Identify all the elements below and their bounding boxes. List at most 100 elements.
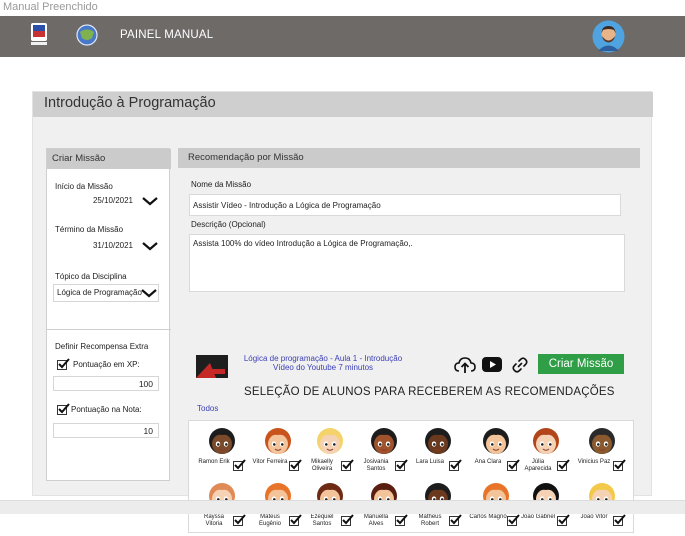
xp-checkbox[interactable] — [57, 358, 70, 370]
student-name: João Gabriel — [520, 514, 556, 520]
app-title: PAINEL MANUAL — [120, 29, 214, 41]
student-avatar-icon — [425, 428, 451, 454]
student-item[interactable]: Vinicius Paz — [575, 426, 631, 481]
student-name: Rayssa Vitoria — [203, 514, 224, 527]
student-name: Vinicius Paz — [577, 459, 611, 465]
check-icon — [450, 459, 462, 470]
end-date-value: 31/10/2021 — [92, 241, 133, 250]
xp-input[interactable]: 100 — [53, 376, 159, 391]
globe-logo-icon — [76, 24, 98, 46]
student-checkbox[interactable] — [507, 514, 520, 526]
student-name: Josivania Santos — [363, 459, 389, 472]
student-name: Júlia Aparecida — [524, 459, 552, 472]
student-avatar-icon — [317, 428, 343, 454]
student-item[interactable]: Lara Luisa — [411, 426, 467, 481]
check-icon — [342, 514, 354, 525]
student-checkbox[interactable] — [613, 459, 626, 471]
student-name: Vitor Ferreira — [252, 459, 288, 465]
student-name: João Vitor — [580, 514, 608, 520]
end-date-select[interactable]: 31/10/2021 — [53, 237, 159, 255]
student-avatar-icon — [533, 428, 559, 454]
student-checkbox[interactable] — [557, 459, 570, 471]
student-checkbox[interactable] — [395, 514, 408, 526]
check-icon — [290, 514, 302, 525]
page-footer — [0, 500, 685, 514]
divider — [47, 329, 171, 330]
student-checkbox[interactable] — [233, 459, 246, 471]
create-mission-button[interactable]: Criar Missão — [538, 354, 624, 374]
student-checkbox[interactable] — [341, 514, 354, 526]
student-checkbox[interactable] — [557, 514, 570, 526]
youtube-play-icon[interactable] — [482, 357, 502, 372]
video-thumbnail-image — [196, 355, 228, 378]
video-title-link[interactable]: Lógica de programação - Aula 1 - Introdu… — [238, 354, 408, 363]
student-checkbox[interactable] — [289, 514, 302, 526]
recommendation-header: Recomendação por Missão — [178, 148, 640, 168]
topic-value: Lógica de Programação — [57, 288, 142, 297]
student-avatar-icon — [589, 428, 615, 454]
user-avatar[interactable] — [592, 20, 625, 53]
end-date-label: Término da Missão — [55, 225, 124, 234]
recommendation-card: Recomendação por Missão Nome da Missão A… — [178, 148, 640, 533]
student-avatar-icon — [483, 428, 509, 454]
video-thumbnail[interactable] — [196, 355, 228, 378]
check-icon — [58, 403, 70, 414]
student-name: Lara Luisa — [415, 459, 445, 465]
student-item[interactable]: Josivania Santos — [357, 426, 413, 481]
student-checkbox[interactable] — [449, 459, 462, 471]
description-textarea[interactable]: Assista 100% do vídeo Introdução a Lógic… — [189, 234, 625, 292]
check-icon — [558, 459, 570, 470]
course-panel: Introdução à Programação Criar Missão In… — [32, 91, 653, 533]
grade-input[interactable]: 10 — [53, 423, 159, 438]
check-icon — [342, 459, 354, 470]
start-date-select[interactable]: 25/10/2021 — [53, 192, 159, 210]
check-icon — [290, 459, 302, 470]
video-subtitle: Vídeo do Youtube 7 minutos — [272, 363, 374, 372]
check-icon — [450, 514, 462, 525]
student-name: Manuella Alves — [363, 514, 389, 527]
student-name: Mateus Eugênio — [258, 514, 282, 527]
check-icon — [614, 459, 626, 470]
student-item[interactable]: Ana Clara — [469, 426, 525, 481]
student-checkbox[interactable] — [395, 459, 408, 471]
course-header: Introdução à Programação — [33, 92, 653, 117]
xp-label: Pontuação em XP: — [73, 360, 140, 369]
create-mission-card: Criar Missão Início da Missão 25/10/2021… — [46, 148, 171, 481]
student-name: Mikaelly Oliveira — [311, 459, 333, 472]
check-icon — [234, 514, 246, 525]
check-icon — [558, 514, 570, 525]
student-checkbox[interactable] — [613, 514, 626, 526]
student-checkbox[interactable] — [341, 459, 354, 471]
check-icon — [396, 514, 408, 525]
topic-select[interactable]: Lógica de Programação — [53, 284, 159, 302]
create-mission-header: Criar Missão — [47, 149, 171, 169]
grade-checkbox[interactable] — [57, 403, 70, 415]
grade-label: Pontuação na Nota: — [71, 405, 142, 414]
student-name: Ana Clara — [474, 459, 502, 465]
cloud-upload-icon[interactable] — [454, 357, 476, 374]
description-label: Descrição (Opcional) — [191, 220, 266, 229]
chevron-down-icon — [142, 242, 158, 251]
student-avatar-icon — [371, 428, 397, 454]
student-name: Carlos Magno — [469, 514, 507, 520]
student-item[interactable]: Ramon Erik — [195, 426, 251, 481]
student-item[interactable]: Vitor Ferreira — [251, 426, 307, 481]
link-icon[interactable] — [512, 357, 528, 373]
course-title: Introdução à Programação — [44, 95, 216, 111]
check-icon — [614, 514, 626, 525]
student-item[interactable]: Júlia Aparecida — [519, 426, 575, 481]
student-checkbox[interactable] — [507, 459, 520, 471]
student-item[interactable]: Mikaelly Oliveira — [303, 426, 359, 481]
student-checkbox[interactable] — [449, 514, 462, 526]
mission-name-input[interactable]: Assistir Vídeo - Introdução a Lógica de … — [189, 194, 621, 216]
start-date-value: 25/10/2021 — [92, 196, 133, 205]
student-checkbox[interactable] — [233, 514, 246, 526]
select-all-link[interactable]: Todos — [197, 404, 218, 413]
topic-label: Tópico da Disciplina — [55, 272, 127, 281]
institution-crest-icon — [31, 23, 47, 45]
student-name: Ramon Erik — [198, 459, 230, 465]
students-grid: Ramon Erik Vitor Ferreira Mikaelly Oliveir… — [188, 420, 634, 533]
student-checkbox[interactable] — [289, 459, 302, 471]
chevron-down-icon — [142, 197, 158, 206]
student-name: Matheus Robert — [418, 514, 442, 527]
